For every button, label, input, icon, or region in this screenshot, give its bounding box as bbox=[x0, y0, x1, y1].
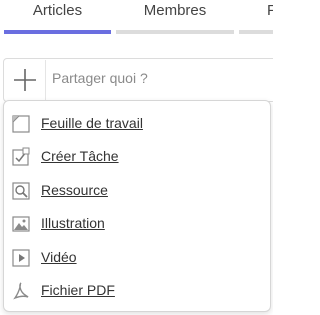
share-input[interactable] bbox=[50, 65, 273, 91]
add-attachment-button[interactable] bbox=[5, 60, 46, 100]
menu-item-pdf-label: Fichier PDF bbox=[41, 282, 115, 298]
share-composer bbox=[3, 58, 273, 102]
tab-third-indicator bbox=[239, 30, 273, 34]
tab-third[interactable]: F bbox=[239, 0, 273, 36]
resource-search-icon bbox=[12, 182, 30, 200]
tab-third-label: F bbox=[267, 2, 273, 19]
worksheet-icon bbox=[12, 115, 30, 133]
tab-articles-indicator bbox=[4, 30, 111, 34]
tab-membres-indicator bbox=[116, 30, 234, 34]
tab-membres-label: Membres bbox=[143, 2, 207, 19]
tab-membres[interactable]: Membres bbox=[116, 0, 234, 36]
tab-articles-label: Articles bbox=[32, 2, 83, 19]
menu-item-resource[interactable]: Ressource bbox=[4, 174, 270, 207]
menu-item-video-label: Vidéo bbox=[41, 249, 77, 265]
image-icon bbox=[12, 216, 30, 232]
menu-item-illustration-label: Illustration bbox=[41, 215, 105, 231]
plus-icon bbox=[14, 69, 36, 91]
menu-item-video[interactable]: Vidéo bbox=[4, 241, 270, 274]
menu-item-worksheet[interactable]: Feuille de travail bbox=[4, 107, 270, 140]
task-icon bbox=[12, 147, 30, 166]
video-play-icon bbox=[12, 249, 30, 267]
page: Articles Membres F Feu bbox=[0, 0, 273, 315]
menu-item-illustration[interactable]: Illustration bbox=[4, 207, 270, 240]
menu-item-create-task[interactable]: Créer Tâche bbox=[4, 140, 270, 173]
tab-bar: Articles Membres F bbox=[0, 0, 273, 36]
pdf-icon bbox=[13, 282, 29, 300]
menu-item-pdf[interactable]: Fichier PDF bbox=[4, 274, 270, 307]
menu-item-worksheet-label: Feuille de travail bbox=[41, 115, 143, 131]
menu-item-create-task-label: Créer Tâche bbox=[41, 148, 119, 164]
menu-item-resource-label: Ressource bbox=[41, 182, 108, 198]
attachment-menu: Feuille de travail Créer Tâche Ressource bbox=[3, 100, 271, 312]
tab-articles[interactable]: Articles bbox=[4, 0, 111, 36]
